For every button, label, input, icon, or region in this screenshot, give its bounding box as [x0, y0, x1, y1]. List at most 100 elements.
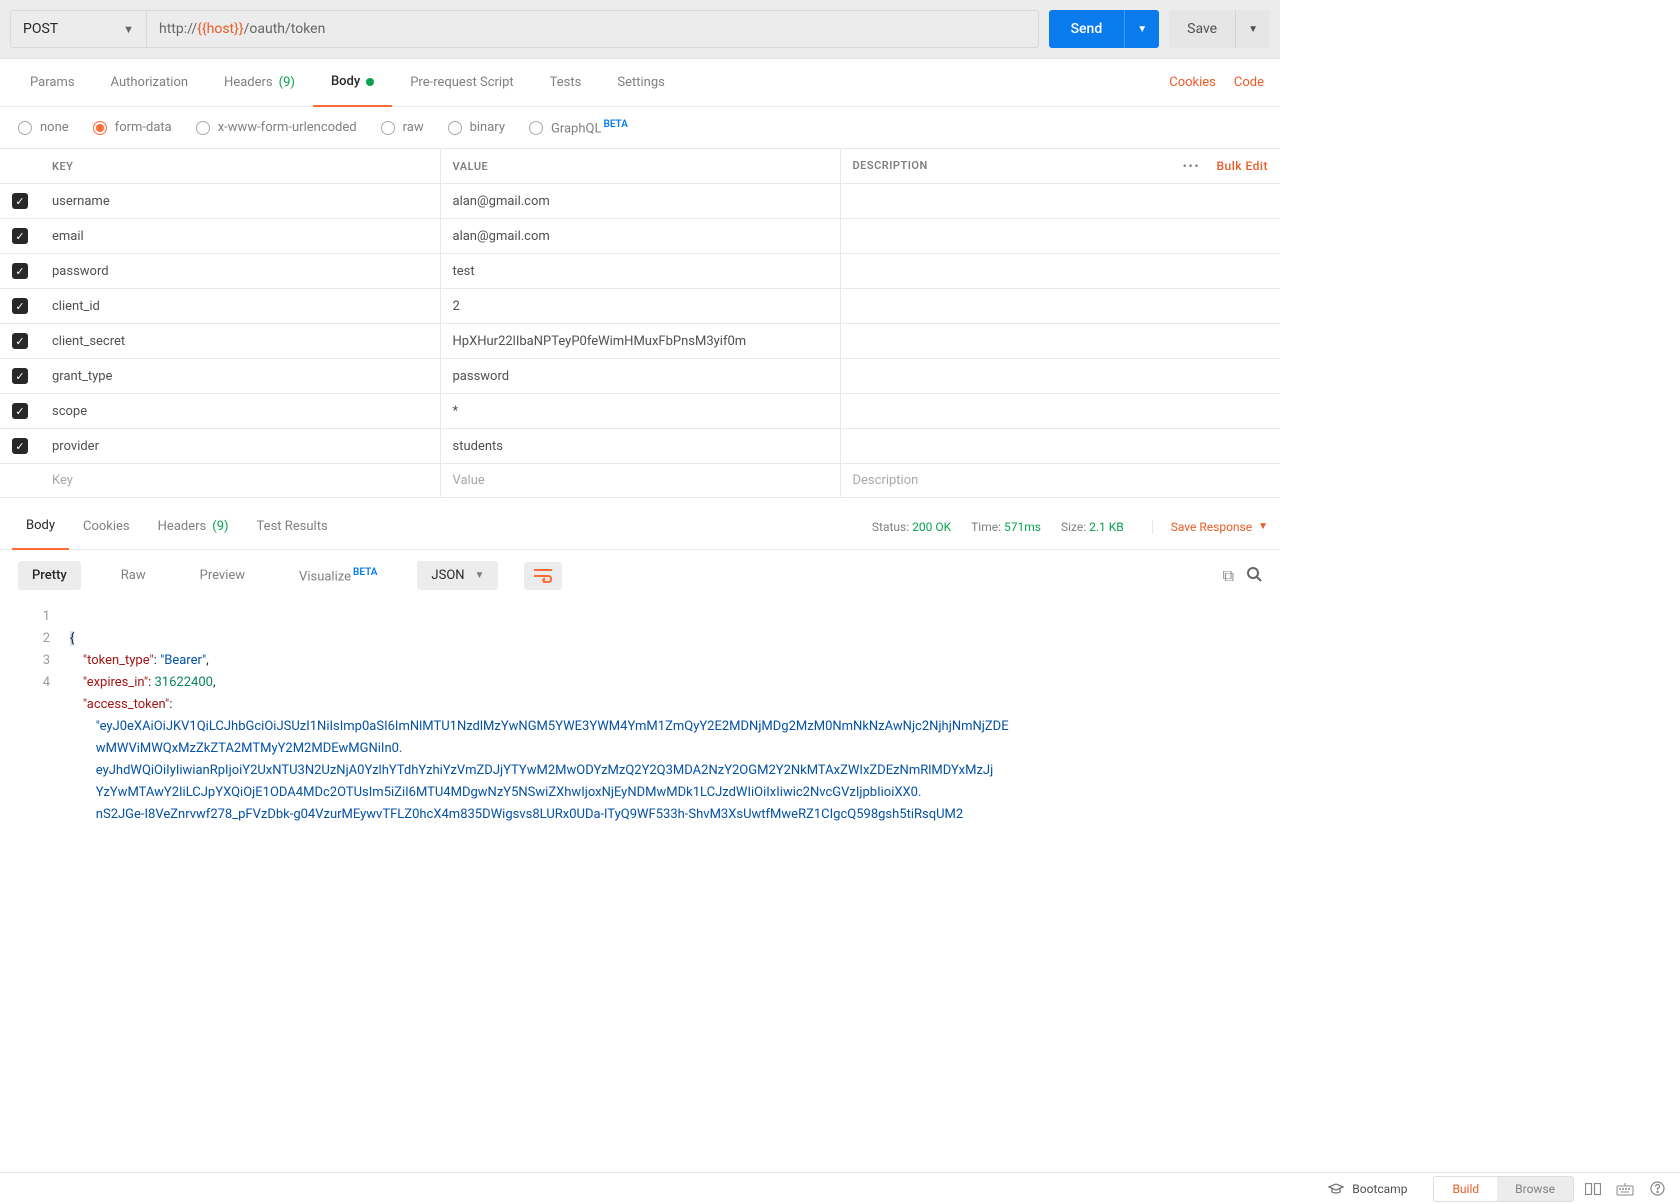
cell-description[interactable] — [840, 184, 1280, 219]
tab-tests[interactable]: Tests — [532, 59, 600, 107]
checkbox-icon[interactable]: ✓ — [12, 403, 28, 419]
method-select[interactable]: POST ▼ — [10, 10, 146, 48]
cell-description[interactable] — [840, 219, 1280, 254]
chevron-down-icon: ▼ — [123, 23, 134, 36]
cell-value[interactable]: * — [440, 394, 840, 429]
cell-value[interactable]: alan@gmail.com — [440, 219, 840, 254]
col-value: VALUE — [440, 149, 840, 184]
cell-description[interactable] — [840, 254, 1280, 289]
cell-key[interactable]: client_secret — [40, 324, 440, 359]
cell-key-placeholder[interactable]: Key — [40, 464, 440, 498]
save-button[interactable]: Save — [1169, 10, 1235, 48]
cell-key[interactable]: provider — [40, 429, 440, 464]
tab-authorization[interactable]: Authorization — [93, 59, 207, 107]
cell-key[interactable]: client_id — [40, 289, 440, 324]
cell-description-placeholder[interactable]: Description — [840, 464, 1280, 498]
cell-description[interactable] — [840, 324, 1280, 359]
line-gutter: 1234 — [0, 606, 70, 826]
save-dropdown[interactable]: ▼ — [1235, 10, 1270, 48]
table-row[interactable]: ✓ password test — [0, 254, 1280, 289]
response-tab-test-results[interactable]: Test Results — [243, 504, 342, 550]
cell-key[interactable]: username — [40, 184, 440, 219]
cell-value[interactable]: password — [440, 359, 840, 394]
status-value: 200 OK — [912, 520, 951, 534]
body-type-form-data[interactable]: form-data — [93, 120, 172, 135]
cell-value[interactable]: students — [440, 429, 840, 464]
search-icon[interactable] — [1246, 566, 1262, 586]
response-tab-cookies[interactable]: Cookies — [69, 504, 144, 550]
tab-headers[interactable]: Headers (9) — [206, 59, 313, 107]
cell-key[interactable]: password — [40, 254, 440, 289]
format-visualize[interactable]: VisualizeBETA — [285, 560, 391, 591]
url-prefix: http:// — [159, 21, 197, 37]
response-tab-headers[interactable]: Headers (9) — [144, 504, 243, 550]
checkbox-icon[interactable]: ✓ — [12, 298, 28, 314]
table-row[interactable]: ✓ scope * — [0, 394, 1280, 429]
cookies-link[interactable]: Cookies — [1169, 75, 1216, 90]
chevron-down-icon: ▼ — [1258, 521, 1268, 532]
table-row[interactable]: ✓ username alan@gmail.com — [0, 184, 1280, 219]
table-row[interactable]: ✓ client_secret HpXHur22lIbaNPTeyP0feWim… — [0, 324, 1280, 359]
table-row-placeholder[interactable]: Key Value Description — [0, 464, 1280, 498]
col-key: KEY — [40, 149, 440, 184]
cell-value-placeholder[interactable]: Value — [440, 464, 840, 498]
copy-icon[interactable]: ⧉ — [1223, 566, 1234, 586]
mode-browse[interactable]: Browse — [1497, 1177, 1573, 1201]
response-code: { "token_type": "Bearer", "expires_in": … — [70, 606, 1280, 826]
cell-description[interactable] — [840, 394, 1280, 429]
body-type-binary[interactable]: binary — [448, 120, 505, 135]
checkbox-icon[interactable]: ✓ — [12, 368, 28, 384]
cell-description[interactable] — [840, 359, 1280, 394]
body-type-graphql[interactable]: GraphQLBETA — [529, 119, 628, 136]
cell-key[interactable]: email — [40, 219, 440, 254]
cell-value[interactable]: alan@gmail.com — [440, 184, 840, 219]
mode-build[interactable]: Build — [1434, 1177, 1497, 1201]
checkbox-icon[interactable]: ✓ — [12, 228, 28, 244]
send-button[interactable]: Send — [1049, 10, 1125, 48]
response-body[interactable]: 1234 { "token_type": "Bearer", "expires_… — [0, 602, 1280, 838]
cell-key[interactable]: scope — [40, 394, 440, 429]
body-type-raw[interactable]: raw — [381, 120, 424, 135]
table-row[interactable]: ✓ email alan@gmail.com — [0, 219, 1280, 254]
status-label: Status: — [872, 520, 909, 534]
checkbox-icon[interactable]: ✓ — [12, 438, 28, 454]
bootcamp-button[interactable]: Bootcamp — [1328, 1182, 1407, 1196]
time-label: Time: — [971, 520, 1001, 534]
response-tab-body[interactable]: Body — [12, 504, 69, 550]
format-pretty[interactable]: Pretty — [18, 561, 81, 590]
cell-description[interactable] — [840, 289, 1280, 324]
keyboard-icon[interactable] — [1612, 1179, 1638, 1199]
table-row[interactable]: ✓ client_id 2 — [0, 289, 1280, 324]
tab-body[interactable]: Body — [313, 59, 392, 107]
method-value: POST — [23, 21, 58, 37]
tab-pre-request[interactable]: Pre-request Script — [392, 59, 531, 107]
save-response-button[interactable]: Save Response ▼ — [1152, 520, 1268, 534]
url-host-var: {{host}} — [197, 21, 243, 37]
checkbox-icon[interactable]: ✓ — [12, 263, 28, 279]
help-icon[interactable] — [1644, 1179, 1670, 1199]
cell-value[interactable]: HpXHur22lIbaNPTeyP0feWimHMuxFbPnsM3yif0m — [440, 324, 840, 359]
bulk-edit-link[interactable]: Bulk Edit — [1216, 159, 1268, 173]
more-options-icon[interactable]: ••• — [1183, 160, 1201, 173]
body-type-none[interactable]: none — [18, 120, 69, 135]
language-select[interactable]: JSON ▼ — [417, 561, 498, 590]
format-raw[interactable]: Raw — [107, 561, 160, 590]
checkbox-icon[interactable]: ✓ — [12, 333, 28, 349]
cell-value[interactable]: test — [440, 254, 840, 289]
wrap-lines-icon[interactable] — [524, 562, 562, 590]
body-type-urlencoded[interactable]: x-www-form-urlencoded — [196, 120, 357, 135]
url-input[interactable]: http://{{host}}/oauth/token — [146, 10, 1039, 48]
panel-layout-icon[interactable] — [1580, 1179, 1606, 1199]
tab-settings[interactable]: Settings — [599, 59, 682, 107]
send-dropdown[interactable]: ▼ — [1124, 10, 1159, 48]
checkbox-icon[interactable]: ✓ — [12, 193, 28, 209]
code-link[interactable]: Code — [1234, 75, 1264, 90]
chevron-down-icon: ▼ — [475, 570, 485, 581]
table-row[interactable]: ✓ grant_type password — [0, 359, 1280, 394]
format-preview[interactable]: Preview — [186, 561, 259, 590]
cell-description[interactable] — [840, 429, 1280, 464]
cell-key[interactable]: grant_type — [40, 359, 440, 394]
tab-params[interactable]: Params — [12, 59, 93, 107]
table-row[interactable]: ✓ provider students — [0, 429, 1280, 464]
cell-value[interactable]: 2 — [440, 289, 840, 324]
